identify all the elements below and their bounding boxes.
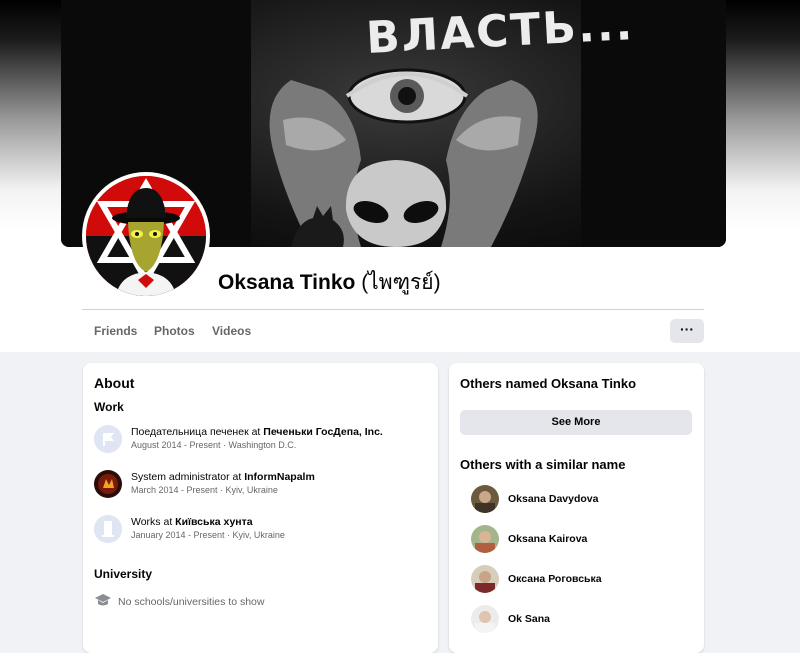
no-schools-text: No schools/universities to show: [118, 595, 265, 608]
work-item[interactable]: Поедательница печенек at Печеньки ГосДеп…: [94, 425, 434, 459]
work-org-link[interactable]: Печеньки ГосДепа, Inc.: [263, 426, 383, 438]
similar-person[interactable]: Оксана Роговська: [471, 565, 691, 595]
avatar: [471, 485, 499, 513]
work-role: System administrator at: [131, 471, 242, 483]
no-schools-row: No schools/universities to show: [94, 593, 264, 610]
work-role: Works at: [131, 516, 173, 528]
work-title: System administrator at InformNapalm: [131, 471, 315, 483]
profile-alternate-name: (ไพฑูรย์): [361, 271, 441, 294]
others-named-title: Others named Oksana Tinko: [460, 376, 637, 391]
similar-person[interactable]: Oksana Davydova: [471, 485, 691, 515]
about-title: About: [94, 375, 135, 391]
work-item[interactable]: Works at Київська хунта January 2014 - P…: [94, 515, 434, 549]
profile-name: Oksana Tinko (ไพฑูรย์): [218, 266, 441, 299]
see-more-button[interactable]: See More: [460, 410, 692, 435]
work-item[interactable]: System administrator at InformNapalm Mar…: [94, 470, 434, 504]
similar-person-name[interactable]: Oksana Kairova: [508, 533, 587, 545]
work-org-link[interactable]: InformNapalm: [244, 471, 315, 483]
tab-photos[interactable]: Photos: [154, 324, 195, 338]
work-title: Поедательница печенек at Печеньки ГосДеп…: [131, 426, 383, 438]
similar-person-name[interactable]: Oksana Davydova: [508, 493, 598, 505]
avatar: [471, 565, 499, 593]
work-meta: January 2014 - Present · Kyiv, Ukraine: [131, 530, 285, 540]
header-divider: [82, 309, 704, 310]
work-meta: March 2014 - Present · Kyiv, Ukraine: [131, 485, 278, 495]
graduation-cap-icon: [94, 593, 112, 610]
tab-friends[interactable]: Friends: [94, 324, 137, 338]
similar-person[interactable]: Oksana Kairova: [471, 525, 691, 555]
similar-person-name[interactable]: Оксана Роговська: [508, 573, 602, 585]
more-options-button[interactable]: ···: [670, 319, 704, 343]
similar-person-name[interactable]: Ok Sana: [508, 613, 550, 625]
avatar: [471, 605, 499, 633]
work-role: Поедательница печенек at: [131, 426, 261, 438]
avatar: [471, 525, 499, 553]
others-card: Others named Oksana Tinko See More Other…: [449, 363, 704, 653]
work-meta: August 2014 - Present · Washington D.C.: [131, 440, 297, 450]
work-heading: Work: [94, 400, 124, 414]
person-icon: [94, 515, 122, 543]
work-org-link[interactable]: Київська хунта: [175, 516, 252, 528]
about-card: About Work Поедательница печенек at Пече…: [83, 363, 438, 653]
informnapalm-logo: [94, 470, 122, 498]
tab-videos[interactable]: Videos: [212, 324, 251, 338]
university-heading: University: [94, 567, 153, 581]
profile-avatar[interactable]: [86, 176, 206, 296]
profile-name-text: Oksana Tinko: [218, 271, 356, 294]
others-similar-title: Others with a similar name: [460, 457, 626, 472]
work-title: Works at Київська хунта: [131, 516, 253, 528]
flag-icon: [94, 425, 122, 453]
avatar-artwork: [86, 176, 206, 296]
